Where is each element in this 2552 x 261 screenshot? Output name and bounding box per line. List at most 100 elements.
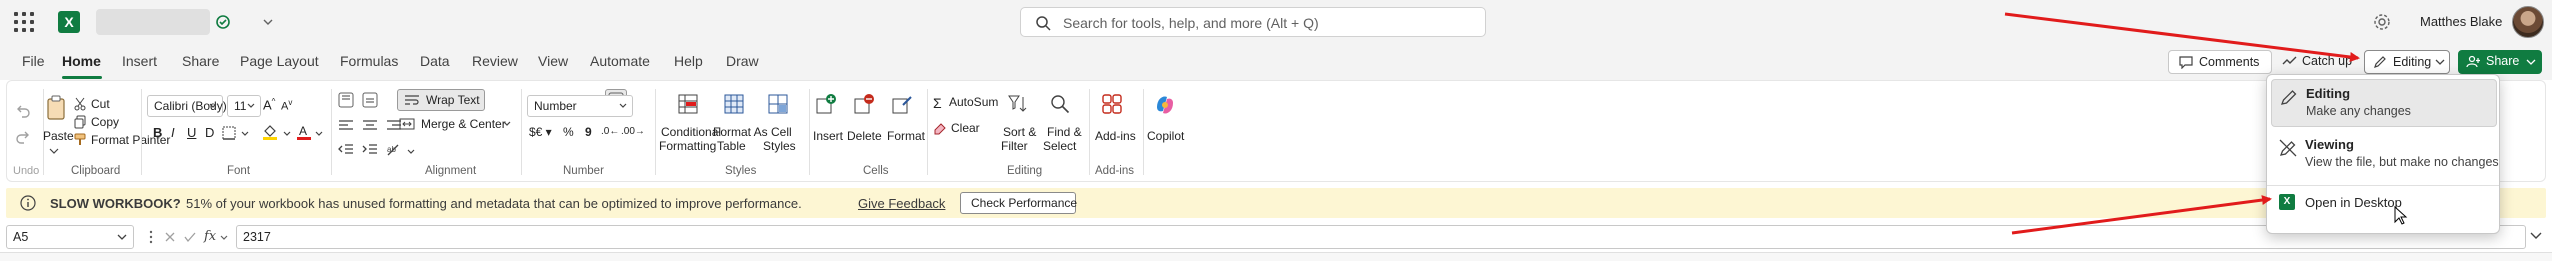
tab-page-layout[interactable]: Page Layout: [240, 53, 319, 69]
comma-style-icon[interactable]: 9: [585, 125, 592, 139]
copilot-button[interactable]: Copilot: [1147, 129, 1184, 143]
align-middle-icon[interactable]: [361, 91, 379, 109]
double-underline-icon[interactable]: D: [205, 125, 214, 140]
tab-view[interactable]: View: [538, 53, 568, 69]
delete-cells-button[interactable]: Delete: [847, 129, 882, 143]
open-in-desktop-button[interactable]: X Open in Desktop: [2271, 189, 2497, 217]
add-ins-button[interactable]: Add-ins: [1095, 129, 1136, 143]
menu-item-editing[interactable]: Editing Make any changes: [2271, 79, 2497, 127]
increase-decimal-icon[interactable]: .0←: [601, 126, 619, 137]
user-name[interactable]: Matthes Blake: [2420, 14, 2502, 29]
borders-icon[interactable]: [221, 125, 237, 141]
cut-button[interactable]: Cut: [91, 97, 110, 111]
tab-formulas[interactable]: Formulas: [340, 53, 398, 69]
number-format-select[interactable]: Number: [527, 95, 633, 117]
tab-review[interactable]: Review: [472, 53, 518, 69]
paste-icon[interactable]: [45, 95, 67, 121]
format-cells-icon[interactable]: [891, 93, 913, 115]
font-color-icon[interactable]: A: [295, 123, 313, 141]
formula-input[interactable]: 2317: [236, 225, 2526, 249]
chevron-down-icon[interactable]: [241, 131, 249, 137]
bold-icon[interactable]: B: [153, 125, 162, 140]
tab-insert[interactable]: Insert: [122, 53, 157, 69]
more-options-icon[interactable]: [146, 229, 156, 245]
sort-filter-label-1[interactable]: Sort &: [1003, 125, 1036, 139]
cell-styles-icon[interactable]: [767, 93, 789, 115]
add-ins-icon[interactable]: [1101, 93, 1123, 115]
delete-cells-icon[interactable]: [853, 93, 875, 115]
name-box[interactable]: A5: [6, 225, 134, 249]
eraser-icon[interactable]: [933, 121, 947, 135]
insert-cells-icon[interactable]: [815, 93, 837, 115]
grow-font-icon[interactable]: A^: [263, 97, 275, 112]
tab-draw[interactable]: Draw: [726, 53, 759, 69]
format-cells-button[interactable]: Format: [887, 129, 925, 143]
cell-styles-label-2[interactable]: Styles: [763, 139, 796, 153]
menu-item-viewing[interactable]: Viewing View the file, but make no chang…: [2271, 131, 2499, 179]
insert-function-icon[interactable]: fx: [204, 229, 216, 244]
tab-help[interactable]: Help: [674, 53, 703, 69]
merge-center-icon[interactable]: [399, 117, 415, 131]
tab-file[interactable]: File: [22, 53, 45, 69]
chevron-down-icon[interactable]: [260, 14, 276, 30]
increase-indent-icon[interactable]: [361, 143, 379, 157]
search-input[interactable]: Search for tools, help, and more (Alt + …: [1020, 7, 1486, 37]
chevron-down-icon[interactable]: [315, 131, 323, 137]
share-button[interactable]: Share: [2458, 50, 2542, 74]
format-as-table-label-2[interactable]: Table: [717, 139, 746, 153]
chevron-down-icon[interactable]: [49, 147, 59, 155]
copy-icon[interactable]: [73, 115, 87, 129]
cancel-entry-icon[interactable]: [164, 231, 176, 243]
decrease-decimal-icon[interactable]: .00→: [621, 126, 645, 137]
shrink-font-icon[interactable]: Av: [281, 98, 292, 113]
accounting-format-icon[interactable]: $€ ▾: [529, 125, 552, 139]
wrap-text-button[interactable]: Wrap Text: [397, 89, 485, 111]
undo-icon[interactable]: [15, 103, 31, 119]
format-as-table-icon[interactable]: [723, 93, 745, 115]
conditional-formatting-icon[interactable]: [677, 93, 699, 115]
comments-button[interactable]: Comments: [2168, 50, 2272, 74]
insert-cells-button[interactable]: Insert: [813, 129, 843, 143]
underline-icon[interactable]: U: [187, 125, 196, 140]
give-feedback-link[interactable]: Give Feedback: [858, 196, 945, 211]
cut-icon[interactable]: [73, 97, 87, 111]
font-size-select[interactable]: 11: [227, 95, 261, 117]
chevron-down-icon[interactable]: [407, 149, 415, 155]
cell-styles-label-1[interactable]: Cell: [771, 125, 792, 139]
redo-icon[interactable]: [15, 129, 31, 145]
conditional-formatting-label-2[interactable]: Formatting: [659, 139, 716, 153]
text-orientation-icon[interactable]: ab: [385, 143, 403, 157]
find-select-label-2[interactable]: Select: [1043, 139, 1076, 153]
find-select-icon[interactable]: [1049, 93, 1071, 115]
sort-filter-label-2[interactable]: Filter: [1001, 139, 1028, 153]
paste-label[interactable]: Paste: [43, 129, 74, 143]
align-left-icon[interactable]: [337, 119, 355, 133]
chevron-down-icon[interactable]: [503, 121, 511, 127]
copilot-icon[interactable]: [1153, 93, 1177, 117]
app-launcher-icon[interactable]: [14, 12, 34, 32]
expand-formula-bar-icon[interactable]: [2530, 232, 2542, 240]
font-name-select[interactable]: Calibri (Body): [147, 95, 227, 117]
align-center-icon[interactable]: [361, 119, 379, 133]
tab-home[interactable]: Home: [62, 53, 101, 69]
editing-mode-button[interactable]: Editing: [2364, 50, 2450, 74]
format-as-table-label-1[interactable]: Format As: [713, 125, 768, 139]
autosum-icon[interactable]: Σ: [933, 95, 942, 111]
sort-filter-icon[interactable]: [1007, 93, 1029, 115]
copy-button[interactable]: Copy: [91, 115, 119, 129]
catch-up-button[interactable]: Catch up: [2276, 50, 2358, 74]
percent-style-icon[interactable]: %: [563, 125, 574, 139]
confirm-entry-icon[interactable]: [184, 231, 196, 243]
check-performance-button[interactable]: Check Performance: [960, 192, 1077, 214]
format-painter-icon[interactable]: [73, 133, 87, 147]
tab-data[interactable]: Data: [420, 53, 450, 69]
align-top-icon[interactable]: [337, 91, 355, 109]
italic-icon[interactable]: I: [171, 125, 175, 140]
chevron-down-icon[interactable]: [220, 235, 228, 241]
clear-button[interactable]: Clear: [951, 121, 980, 135]
find-select-label-1[interactable]: Find &: [1047, 125, 1082, 139]
tab-automate[interactable]: Automate: [590, 53, 650, 69]
chevron-down-icon[interactable]: [283, 131, 291, 137]
fill-color-icon[interactable]: [261, 123, 279, 141]
document-title[interactable]: [96, 9, 210, 35]
